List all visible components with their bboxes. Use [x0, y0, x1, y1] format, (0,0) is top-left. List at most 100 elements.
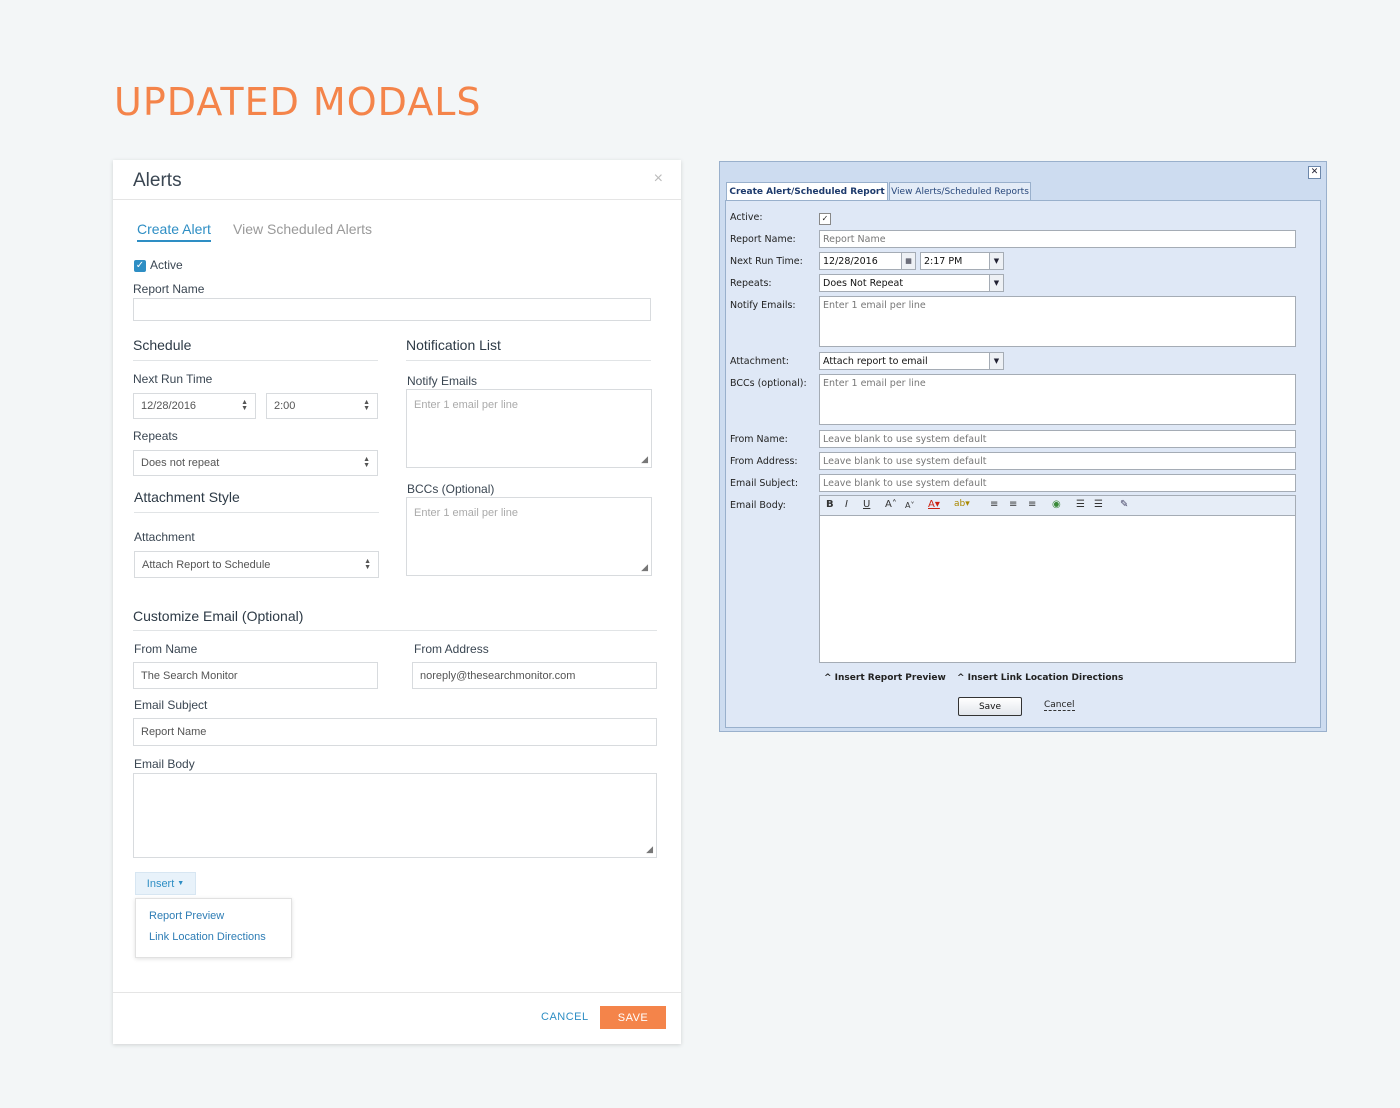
email-subject-input[interactable]: Report Name [133, 718, 657, 746]
insert-dropdown-menu: Report Preview Link Location Directions [135, 898, 292, 958]
footer-divider [113, 992, 681, 993]
cancel-button[interactable]: CANCEL [541, 1011, 589, 1023]
bccs-label: BCCs (Optional) [407, 482, 495, 496]
email-body-label: Email Body [134, 757, 195, 771]
ordered-list-icon[interactable]: ☰ [1076, 499, 1085, 510]
font-size-increase-icon[interactable]: A˄ [885, 499, 897, 510]
resize-handle-icon[interactable]: ◢ [646, 844, 653, 855]
from-name-placeholder: Leave blank to use system default [823, 433, 987, 445]
modal-header: Alerts × [113, 160, 681, 200]
highlight-icon[interactable]: ab▾ [954, 499, 970, 509]
tab-create-alert[interactable]: Create Alert [137, 221, 211, 242]
repeats-label: Repeats [133, 429, 178, 443]
from-address-input[interactable]: noreply@thesearchmonitor.com [412, 662, 657, 689]
bccs-textarea[interactable]: Enter 1 email per line [819, 374, 1296, 425]
active-checkbox[interactable]: ✓ [134, 260, 146, 272]
align-right-icon[interactable]: ≡ [1028, 499, 1036, 510]
notify-emails-label: Notify Emails [407, 374, 478, 388]
from-name-input[interactable]: Leave blank to use system default [819, 430, 1296, 448]
notify-emails-label: Notify Emails: [730, 300, 796, 311]
legacy-form-panel: Active: ✓ Report Name: Report Name Next … [725, 200, 1321, 728]
notification-list-heading: Notification List [406, 337, 501, 353]
chevron-down-icon[interactable]: ▼ [989, 353, 1003, 369]
chevron-down-icon[interactable]: ▼ [989, 275, 1003, 291]
email-body-textarea[interactable]: ◢ [133, 773, 657, 858]
attachment-divider [134, 512, 379, 513]
next-run-date-select[interactable]: 12/28/2016 ▲ ▼ [133, 393, 256, 419]
attachment-select[interactable]: Attach Report to Schedule ▲ ▼ [134, 551, 379, 578]
attachment-label: Attachment: [730, 356, 789, 367]
tab-create-alert-scheduled-report[interactable]: Create Alert/Scheduled Report [726, 182, 888, 201]
bccs-label: BCCs (optional): [730, 378, 807, 389]
schedule-divider [133, 360, 378, 361]
next-run-time-select[interactable]: 2:17 PM ▼ [920, 252, 1004, 270]
attachment-select[interactable]: Attach report to email ▼ [819, 352, 1004, 370]
alerts-modal: Alerts × Create Alert View Scheduled Ale… [113, 160, 681, 1044]
align-left-icon[interactable]: ≡ [990, 499, 998, 510]
calendar-icon[interactable]: ▦ [901, 253, 915, 269]
from-address-input[interactable]: Leave blank to use system default [819, 452, 1296, 470]
font-color-icon[interactable]: A▾ [928, 499, 940, 510]
insert-dropdown-button[interactable]: Insert ▼ [135, 872, 196, 895]
email-subject-value: Report Name [141, 726, 207, 738]
menu-item-report-preview[interactable]: Report Preview [149, 910, 224, 922]
modal-title: Alerts [133, 170, 182, 191]
menu-item-link-location-directions[interactable]: Link Location Directions [149, 931, 266, 943]
source-edit-icon[interactable]: ✎ [1120, 499, 1128, 510]
cancel-button[interactable]: Cancel [1044, 700, 1075, 711]
unordered-list-icon[interactable]: ☰ [1094, 499, 1103, 510]
repeats-select[interactable]: Does not repeat ▲ ▼ [133, 450, 378, 476]
next-run-time-select[interactable]: 2:00 ▲ ▼ [266, 393, 378, 419]
next-run-date-input[interactable]: 12/28/2016 ▦ [819, 252, 916, 270]
stepper-icon: ▲ ▼ [363, 399, 370, 412]
caret-down-icon: ▼ [177, 880, 185, 887]
next-run-time-label: Next Run Time [133, 372, 213, 386]
bold-icon[interactable]: B [826, 499, 834, 510]
close-icon[interactable]: ✕ [1308, 166, 1321, 179]
tab-view-scheduled-alerts[interactable]: View Scheduled Alerts [233, 221, 372, 237]
active-checkbox[interactable]: ✓ [819, 213, 831, 225]
insert-label: Insert [146, 877, 175, 890]
report-name-label: Report Name [133, 282, 205, 296]
chevron-down-icon[interactable]: ▼ [989, 253, 1003, 269]
link-icon[interactable]: ◉ [1052, 499, 1061, 510]
resize-handle-icon[interactable]: ◢ [641, 562, 648, 573]
insert-link-location-directions-link[interactable]: ^ Insert Link Location Directions [957, 673, 1123, 683]
report-name-input[interactable]: Report Name [819, 230, 1296, 248]
tab-view-alerts-scheduled-reports[interactable]: View Alerts/Scheduled Reports [889, 182, 1031, 201]
from-address-placeholder: Leave blank to use system default [823, 455, 987, 467]
repeats-value: Does Not Repeat [823, 277, 904, 289]
email-body-editor[interactable] [819, 516, 1296, 663]
notify-emails-textarea[interactable]: Enter 1 email per line ◢ [406, 389, 652, 468]
from-address-label: From Address: [730, 456, 798, 467]
customize-email-heading: Customize Email (Optional) [133, 608, 304, 624]
repeats-select[interactable]: Does Not Repeat ▼ [819, 274, 1004, 292]
italic-icon[interactable]: I [845, 499, 848, 510]
from-name-label: From Name [134, 642, 198, 656]
legacy-alert-modal: ✕ Create Alert/Scheduled Report View Ale… [719, 161, 1327, 732]
from-name-value: The Search Monitor [141, 669, 238, 682]
underline-icon[interactable]: U [863, 499, 870, 510]
resize-handle-icon[interactable]: ◢ [641, 454, 648, 465]
bccs-placeholder: Enter 1 email per line [823, 378, 926, 389]
notify-placeholder: Enter 1 email per line [823, 300, 926, 311]
close-icon[interactable]: × [654, 170, 663, 188]
repeats-value: Does not repeat [141, 457, 220, 469]
attachment-style-heading: Attachment Style [134, 489, 240, 505]
bccs-textarea[interactable]: Enter 1 email per line ◢ [406, 497, 652, 576]
email-subject-placeholder: Leave blank to use system default [823, 477, 987, 489]
insert-report-preview-link[interactable]: ^ Insert Report Preview [824, 673, 946, 683]
report-name-input[interactable] [133, 298, 651, 321]
save-button[interactable]: Save [958, 697, 1022, 716]
email-subject-input[interactable]: Leave blank to use system default [819, 474, 1296, 492]
align-center-icon[interactable]: ≡ [1009, 499, 1017, 510]
stepper-icon: ▲ ▼ [241, 399, 248, 412]
report-name-label: Report Name: [730, 234, 796, 245]
page-title: UPDATED MODALS [114, 80, 482, 124]
save-button[interactable]: SAVE [600, 1006, 666, 1029]
stepper-icon: ▲ ▼ [364, 557, 371, 571]
font-size-decrease-icon[interactable]: A˅ [905, 501, 914, 510]
notify-placeholder: Enter 1 email per line [414, 399, 518, 411]
notify-emails-textarea[interactable]: Enter 1 email per line [819, 296, 1296, 347]
from-name-input[interactable]: The Search Monitor [133, 662, 378, 689]
